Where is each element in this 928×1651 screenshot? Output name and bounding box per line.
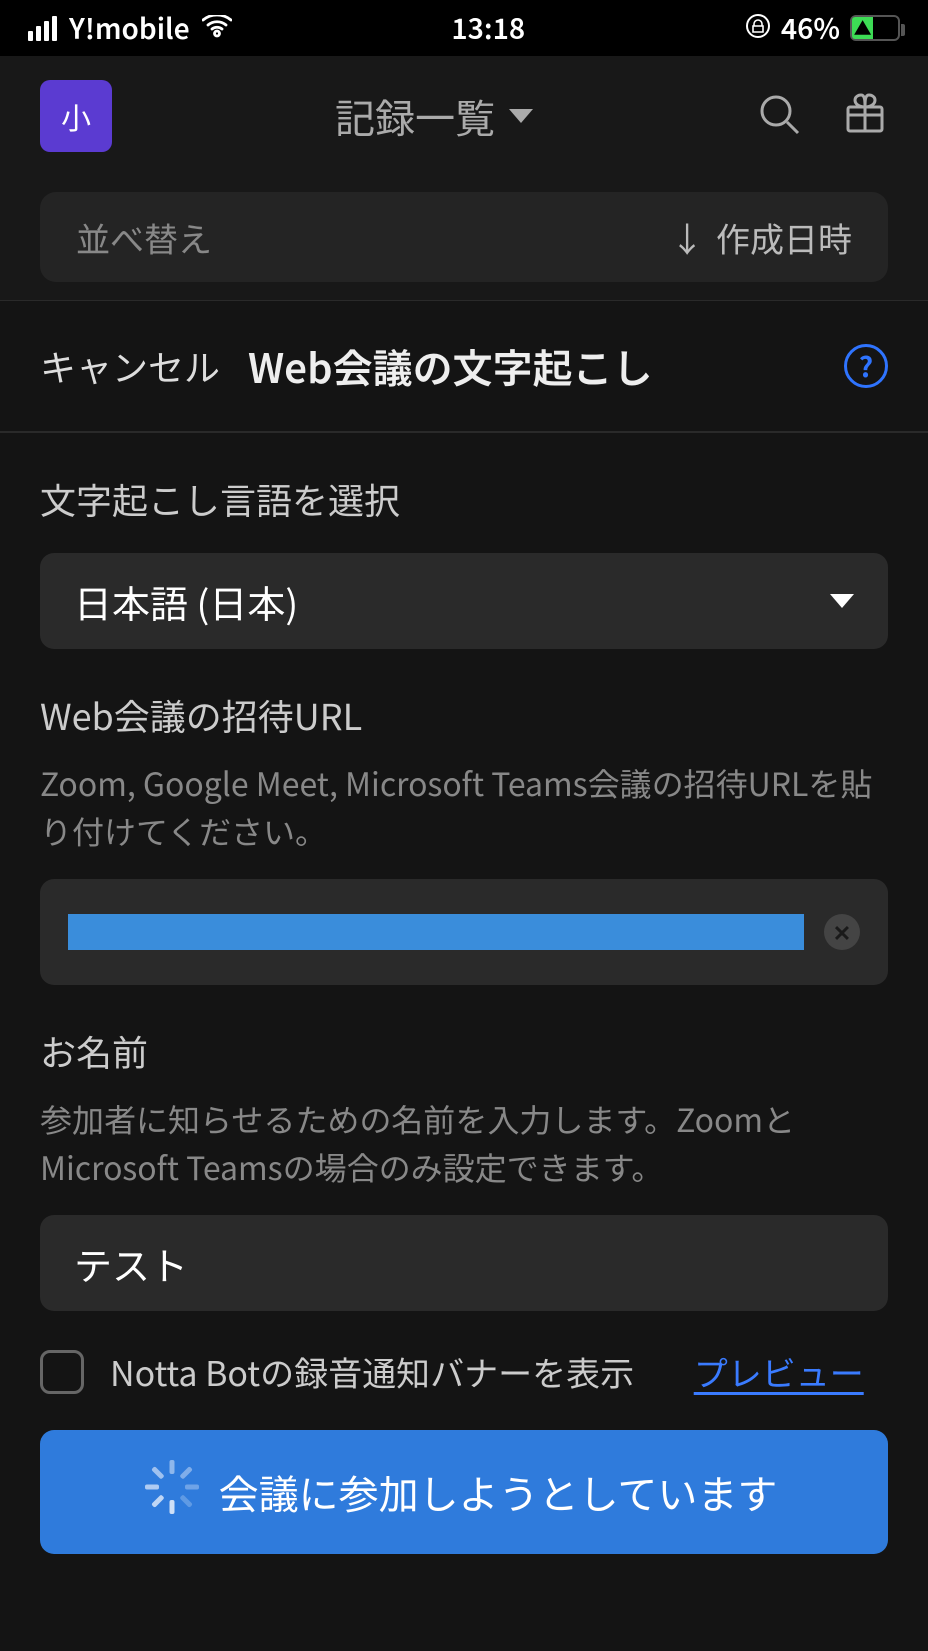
- recording-banner-checkbox[interactable]: [40, 1350, 84, 1394]
- name-section: お名前 参加者に知らせるための名前を入力します。ZoomとMicrosoft T…: [0, 985, 928, 1311]
- language-section: 文字起こし言語を選択 日本語 (日本): [0, 433, 928, 649]
- help-button[interactable]: ?: [844, 344, 888, 388]
- cancel-button[interactable]: キャンセル: [40, 340, 220, 392]
- meeting-url-input[interactable]: ✕: [40, 879, 888, 985]
- clear-url-button[interactable]: ✕: [824, 914, 860, 950]
- battery-percent-label: 46%: [781, 8, 840, 48]
- header-title-label: 記録一覧: [335, 87, 495, 145]
- search-button[interactable]: [756, 91, 802, 142]
- preview-link[interactable]: プレビュー: [694, 1347, 864, 1396]
- carrier-label: Y!mobile: [69, 8, 190, 48]
- url-text-selection: [68, 914, 804, 950]
- recording-banner-label: Notta Botの録音通知バナーを表示: [110, 1347, 634, 1396]
- join-meeting-label: 会議に参加しようとしています: [219, 1463, 778, 1521]
- url-label: Web会議の招待URL: [40, 689, 888, 741]
- sort-bar[interactable]: 並べ替え ↓ 作成日時: [40, 192, 888, 282]
- sheet-title: Web会議の文字起こし: [248, 337, 820, 395]
- sort-value: 作成日時: [716, 213, 852, 262]
- status-right: 46% ▲: [745, 8, 900, 48]
- cellular-signal-icon: [28, 16, 57, 41]
- spinner-icon: [151, 1471, 193, 1513]
- sheet-header: キャンセル Web会議の文字起こし ?: [0, 301, 928, 433]
- display-name-input[interactable]: テスト: [40, 1215, 888, 1311]
- caret-down-icon: [830, 594, 854, 608]
- clock: 13:18: [451, 8, 525, 48]
- search-icon: [756, 91, 802, 137]
- app-header: 小 記録一覧: [0, 56, 928, 192]
- status-bar: Y!mobile 13:18 46% ▲: [0, 0, 928, 56]
- gift-button[interactable]: [842, 91, 888, 142]
- wifi-icon: [202, 8, 232, 48]
- charging-bolt-icon: ▲: [854, 19, 872, 37]
- orientation-lock-icon: [745, 8, 771, 48]
- status-left: Y!mobile: [28, 8, 232, 48]
- close-icon: ✕: [833, 916, 851, 948]
- sort-arrow-down-icon: ↓: [670, 213, 704, 262]
- name-label: お名前: [40, 1025, 888, 1077]
- name-description: 参加者に知らせるための名前を入力します。ZoomとMicrosoft Teams…: [40, 1095, 888, 1191]
- language-dropdown[interactable]: 日本語 (日本): [40, 553, 888, 649]
- records-title-dropdown[interactable]: 記録一覧: [335, 87, 533, 145]
- caret-down-icon: [509, 109, 533, 123]
- display-name-value: テスト: [74, 1236, 188, 1291]
- avatar-initial: 小: [61, 94, 91, 138]
- language-label: 文字起こし言語を選択: [40, 473, 888, 525]
- help-icon: ?: [859, 346, 873, 386]
- gift-icon: [842, 91, 888, 137]
- battery-icon: ▲: [850, 15, 900, 41]
- sort-label: 並べ替え: [76, 213, 212, 262]
- recording-banner-row: Notta Botの録音通知バナーを表示 プレビュー: [0, 1311, 928, 1396]
- url-section: Web会議の招待URL Zoom, Google Meet, Microsoft…: [0, 649, 928, 985]
- join-meeting-button[interactable]: 会議に参加しようとしています: [40, 1430, 888, 1554]
- language-selected: 日本語 (日本): [74, 574, 298, 629]
- app-background: 小 記録一覧 並べ替え ↓ 作成日時: [0, 56, 928, 322]
- web-meeting-sheet: キャンセル Web会議の文字起こし ? 文字起こし言語を選択 日本語 (日本) …: [0, 300, 928, 1651]
- url-description: Zoom, Google Meet, Microsoft Teams会議の招待U…: [40, 759, 888, 855]
- avatar[interactable]: 小: [40, 80, 112, 152]
